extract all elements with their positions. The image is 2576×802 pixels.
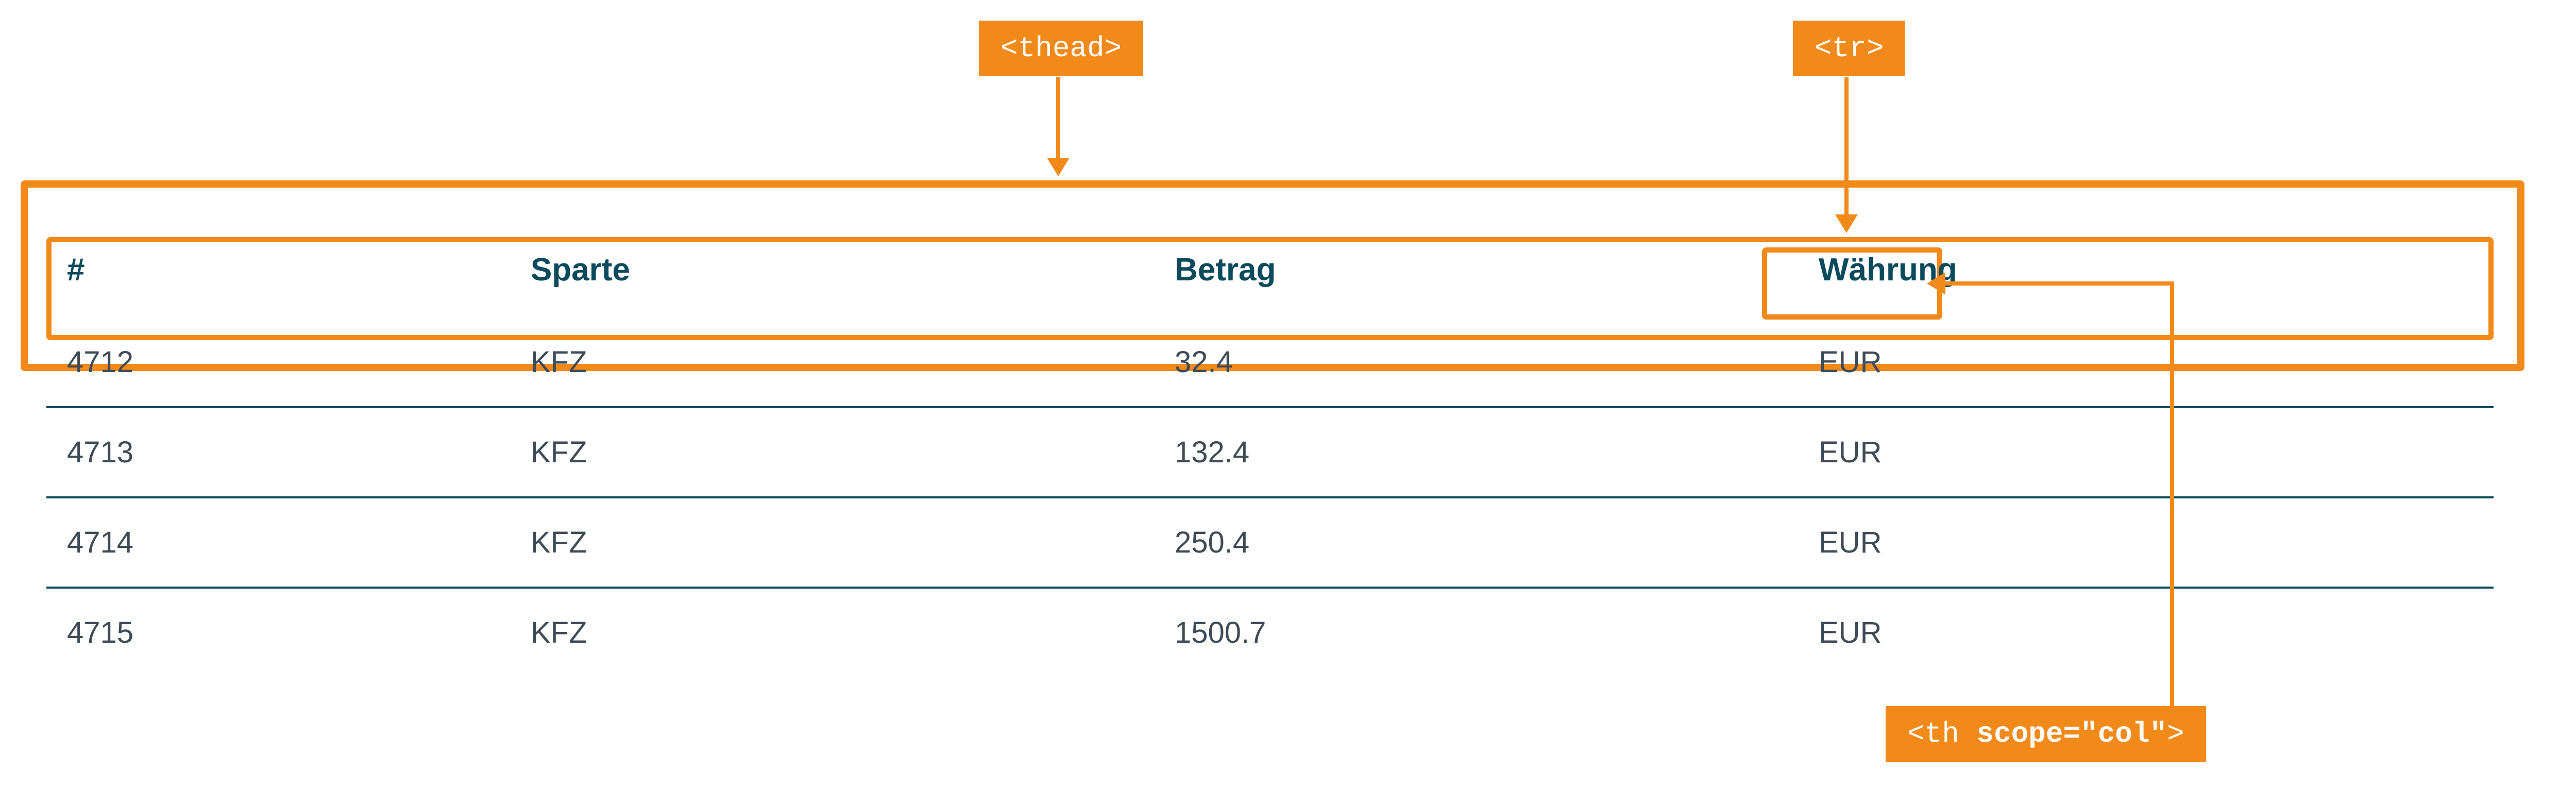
- cell-division: KFZ: [510, 318, 1154, 407]
- arrow-tr-stem: [1844, 77, 1849, 216]
- cell-division: KFZ: [510, 407, 1154, 497]
- arrow-th-v: [2170, 281, 2174, 709]
- col-header-division: Sparte: [510, 222, 1154, 318]
- callout-tr-text: <tr>: [1815, 32, 1884, 65]
- callout-th-scope-suffix: >: [2167, 717, 2184, 750]
- example-tbody: 4712 KFZ 32.4 EUR 4713 KFZ 132.4 EUR 471…: [46, 318, 2494, 677]
- cell-division: KFZ: [510, 497, 1154, 588]
- callout-thead: <thead>: [979, 21, 1143, 76]
- table-row: 4713 KFZ 132.4 EUR: [46, 407, 2494, 497]
- col-header-amount: Betrag: [1154, 222, 1798, 318]
- arrow-th-head: [1927, 272, 1945, 295]
- col-header-id: #: [46, 222, 510, 318]
- cell-id: 4713: [46, 407, 510, 497]
- cell-currency: EUR: [1798, 497, 2494, 588]
- callout-tr: <tr>: [1793, 21, 1905, 76]
- example-thead: # Sparte Betrag Währung: [46, 222, 2494, 318]
- table-row: 4715 KFZ 1500.7 EUR: [46, 588, 2494, 677]
- cell-amount: 250.4: [1154, 497, 1798, 588]
- table-row: 4714 KFZ 250.4 EUR: [46, 497, 2494, 588]
- cell-currency: EUR: [1798, 407, 2494, 497]
- example-table: # Sparte Betrag Währung 4712 KFZ 32.4 EU…: [46, 222, 2494, 677]
- cell-id: 4714: [46, 497, 510, 588]
- example-table-wrap: # Sparte Betrag Währung 4712 KFZ 32.4 EU…: [46, 222, 2494, 677]
- example-header-row: # Sparte Betrag Währung: [46, 222, 2494, 318]
- diagram-canvas: <thead> <tr> # Sparte Betrag Währung: [0, 0, 2576, 802]
- cell-amount: 132.4: [1154, 407, 1798, 497]
- callout-th-scope-prefix: <th: [1907, 717, 1976, 750]
- table-row: 4712 KFZ 32.4 EUR: [46, 318, 2494, 407]
- arrow-thead-stem: [1056, 77, 1060, 160]
- cell-division: KFZ: [510, 588, 1154, 677]
- cell-currency: EUR: [1798, 318, 2494, 407]
- cell-id: 4715: [46, 588, 510, 677]
- cell-amount: 32.4: [1154, 318, 1798, 407]
- callout-th-scope: <th scope="col">: [1886, 706, 2206, 762]
- col-header-currency: Währung: [1798, 222, 2494, 318]
- cell-id: 4712: [46, 318, 510, 407]
- cell-currency: EUR: [1798, 588, 2494, 677]
- arrow-th-h: [1942, 281, 2174, 286]
- cell-amount: 1500.7: [1154, 588, 1798, 677]
- arrow-thead-head: [1047, 158, 1070, 176]
- callout-th-scope-bold: scope="col": [1976, 717, 2167, 750]
- callout-thead-text: <thead>: [1001, 32, 1122, 65]
